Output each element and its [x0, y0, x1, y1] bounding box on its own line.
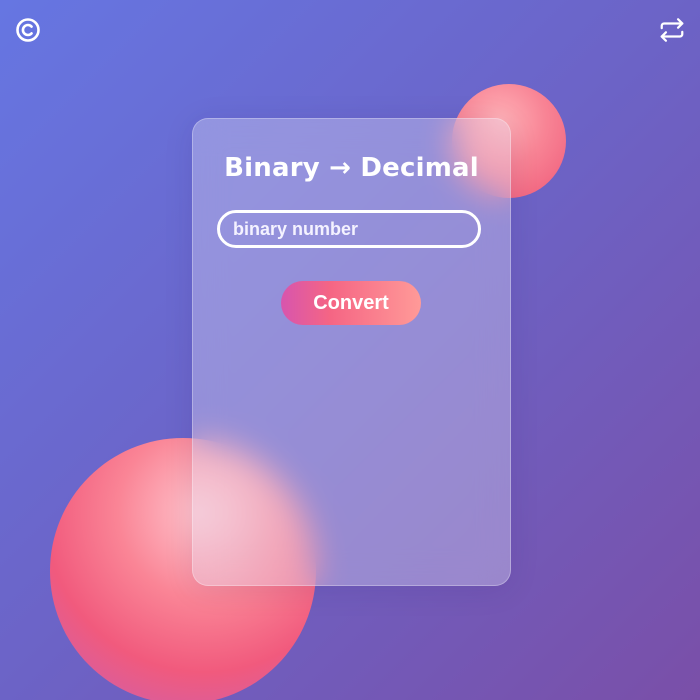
- binary-number-input[interactable]: [217, 210, 481, 248]
- swap-arrows-icon[interactable]: [658, 16, 686, 44]
- card-title: Binary → Decimal: [224, 153, 479, 183]
- copyright-icon[interactable]: [14, 16, 42, 44]
- convert-button[interactable]: Convert: [281, 281, 421, 325]
- converter-card: Binary → Decimal Convert: [192, 118, 511, 586]
